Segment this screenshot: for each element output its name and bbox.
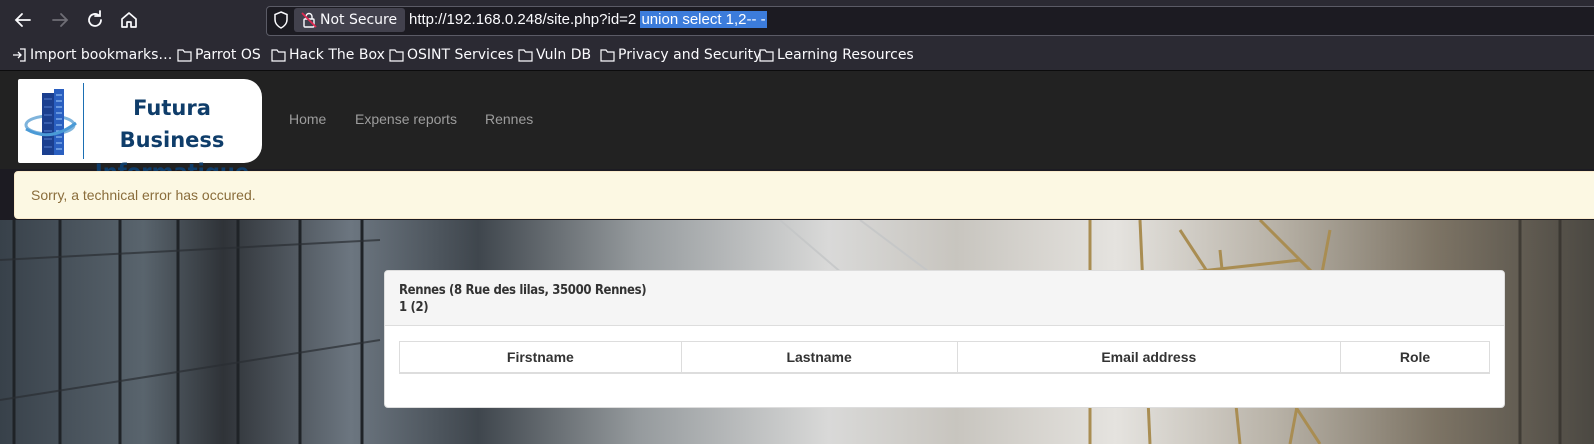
site-panel: Rennes (8 Rue des lilas, 35000 Rennes) 1…: [384, 270, 1505, 408]
folder-icon: [759, 49, 774, 62]
security-label: Not Secure: [320, 12, 398, 28]
url-text[interactable]: http://192.168.0.248/site.php?id=2 union…: [409, 11, 767, 28]
column-header-email[interactable]: Email address: [956, 341, 1342, 374]
url-selected-text: union select 1,2-- -: [640, 11, 767, 28]
bookmark-label: Privacy and Security: [618, 47, 762, 63]
panel-heading: Rennes (8 Rue des lilas, 35000 Rennes) 1…: [385, 271, 1504, 326]
folder-icon: [271, 49, 286, 62]
bookmark-label: Hack The Box: [289, 47, 385, 63]
table-header-row: Firstname Lastname Email address Role: [399, 341, 1490, 374]
column-header-firstname[interactable]: Firstname: [399, 341, 682, 374]
site-address-title: Rennes (8 Rue des lilas, 35000 Rennes): [399, 283, 647, 298]
url-bar[interactable]: Not Secure http://192.168.0.248/site.php…: [266, 6, 1594, 36]
nav-link-home[interactable]: Home: [289, 111, 326, 127]
url-base: http://192.168.0.248/site.php?id=2: [409, 11, 641, 28]
reload-icon: [88, 10, 102, 27]
folder-icon: [389, 49, 404, 62]
home-icon: [121, 12, 137, 28]
browser-toolbar: Not Secure http://192.168.0.248/site.php…: [0, 0, 1594, 40]
column-header-role[interactable]: Role: [1340, 341, 1490, 374]
bookmarks-bar: Import bookmarks… Parrot OS Hack The Box…: [0, 40, 1594, 71]
bookmark-label: Parrot OS: [195, 47, 261, 63]
bookmark-label: Learning Resources: [777, 47, 914, 63]
nav-link-expense-reports[interactable]: Expense reports: [355, 111, 457, 127]
site-navbar: Futura Business Informatique Home Expens…: [0, 71, 1594, 184]
nav-link-rennes[interactable]: Rennes: [485, 111, 533, 127]
site-security-indicator[interactable]: Not Secure: [294, 8, 406, 32]
bookmark-folder[interactable]: Hack The Box: [271, 46, 385, 64]
alert-message: Sorry, a technical error has occured.: [31, 187, 256, 203]
bookmark-import[interactable]: Import bookmarks…: [12, 46, 172, 64]
column-header-lastname[interactable]: Lastname: [680, 341, 958, 374]
insecure-lock-icon: [301, 12, 317, 28]
bookmark-folder[interactable]: Parrot OS: [177, 46, 261, 64]
back-button[interactable]: [11, 8, 35, 32]
error-alert: Sorry, a technical error has occured.: [14, 171, 1594, 219]
logo-line1: Futura Business: [119, 96, 225, 152]
forward-button[interactable]: [48, 8, 72, 32]
folder-icon: [177, 49, 192, 62]
tracking-shield-icon[interactable]: [271, 10, 291, 30]
import-icon: [13, 48, 26, 62]
bookmark-folder[interactable]: OSINT Services: [389, 46, 514, 64]
bookmark-folder[interactable]: Privacy and Security: [600, 46, 761, 64]
reload-button[interactable]: [83, 8, 107, 32]
brand-logo[interactable]: Futura Business Informatique: [18, 79, 262, 184]
home-button[interactable]: [117, 8, 141, 32]
employee-table: Firstname Lastname Email address Role: [399, 341, 1490, 374]
site-subtitle: 1 (2): [399, 300, 429, 315]
bookmark-label: Import bookmarks…: [30, 47, 173, 63]
bookmark-label: OSINT Services: [407, 47, 514, 63]
forward-arrow-icon: [52, 13, 69, 27]
building-logo-icon: [24, 83, 84, 159]
folder-icon: [518, 49, 533, 62]
folder-icon: [600, 49, 615, 62]
bookmark-folder[interactable]: Learning Resources: [759, 46, 914, 64]
bookmark-label: Vuln DB: [536, 47, 592, 63]
bookmark-folder[interactable]: Vuln DB: [518, 46, 591, 64]
back-arrow-icon: [14, 13, 31, 27]
